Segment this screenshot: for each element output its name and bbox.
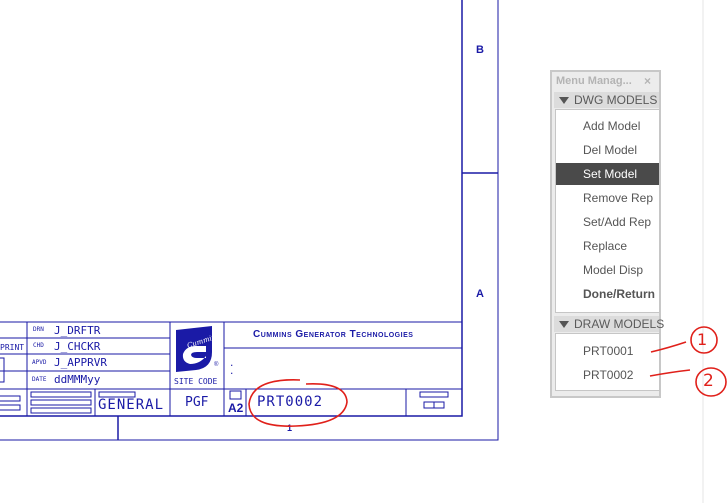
tb-bar-3 — [30, 391, 92, 398]
menu-item-remove-rep[interactable]: Remove Rep — [556, 187, 659, 209]
date-value: ddMMMyy — [54, 373, 101, 386]
apvd-value: J_APPRVR — [54, 356, 107, 369]
menu-manager-panel[interactable]: Menu Manag... × DWG MODELS Add Model Del… — [550, 70, 664, 398]
tb-bar-2 — [0, 404, 21, 411]
print-label: PRINT — [0, 343, 25, 352]
triangle-down-icon — [559, 97, 569, 104]
drn-label: DRN — [33, 326, 44, 333]
menu-item-del-model[interactable]: Del Model — [556, 139, 659, 161]
close-icon[interactable]: × — [644, 74, 651, 88]
section-header-dwg-models[interactable]: DWG MODELS — [554, 92, 659, 108]
menu-item-set-model[interactable]: Set Model — [556, 163, 659, 185]
date-label: DATE — [32, 376, 47, 383]
annotation-label-2: 2 — [703, 371, 714, 391]
zone-label-b: B — [476, 44, 484, 56]
menu-item-model-disp[interactable]: Model Disp — [556, 259, 659, 281]
chkd-value: J_CHCKR — [54, 340, 101, 353]
menu-item-prt0001[interactable]: PRT0001 — [556, 340, 659, 362]
tb-size-box — [229, 390, 242, 400]
zone-label-a: A — [476, 288, 484, 300]
tb-print-box — [0, 357, 5, 383]
apvd-label: APVD — [32, 359, 47, 366]
draw-models-list: PRT0001 PRT0002 — [555, 333, 660, 391]
tb-bar-4 — [30, 399, 92, 406]
menu-item-add-model[interactable]: Add Model — [556, 115, 659, 137]
chkd-label: CHD — [33, 342, 44, 349]
dots-text: . . — [229, 359, 235, 377]
part-number: PRT0002 — [257, 394, 324, 410]
menu-item-prt0002[interactable]: PRT0002 — [556, 364, 659, 386]
section-header-label: DRAW MODELS — [574, 317, 665, 331]
site-code-value: PGF — [185, 395, 209, 410]
drn-value: J_DRFTR — [54, 324, 101, 337]
general-text: GENERAL — [98, 397, 165, 413]
sheet-number: 1 — [287, 423, 293, 433]
section-header-label: DWG MODELS — [574, 93, 658, 107]
size-value: A2 — [228, 401, 244, 415]
tb-bar-5 — [30, 407, 92, 414]
company-name: Cummins Generator Technologies — [253, 329, 414, 340]
tb-bar-1 — [0, 395, 21, 402]
menu-manager-title[interactable]: Menu Manag... — [556, 75, 632, 87]
triangle-down-icon — [559, 321, 569, 328]
cummins-logo: Cummins ® — [176, 326, 221, 372]
menu-item-done-return[interactable]: Done/Return — [556, 283, 659, 305]
svg-text:®: ® — [214, 361, 219, 368]
section-header-draw-models[interactable]: DRAW MODELS — [554, 316, 664, 332]
tb-sheet-bar — [419, 391, 449, 398]
site-code-label: SITE CODE — [174, 377, 218, 386]
menu-item-replace[interactable]: Replace — [556, 235, 659, 257]
annotation-label-1: 1 — [697, 330, 708, 349]
menu-item-set-add-rep[interactable]: Set/Add Rep — [556, 211, 659, 233]
dwg-models-list: Add Model Del Model Set Model Remove Rep… — [555, 109, 660, 313]
